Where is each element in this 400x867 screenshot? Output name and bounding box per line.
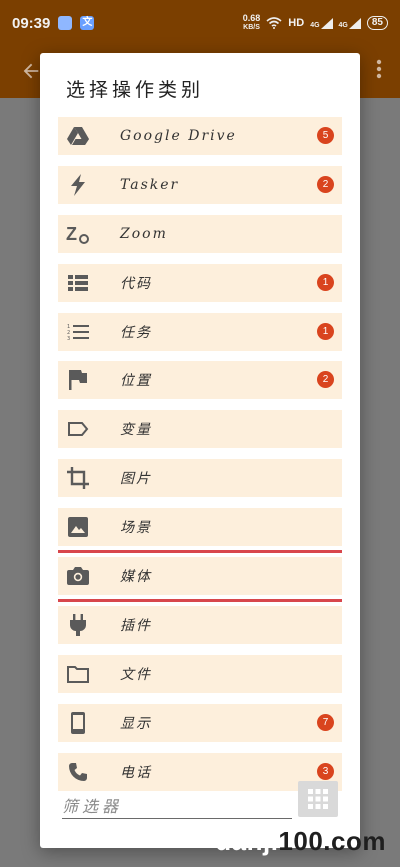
category-item-zoom[interactable]: Z Zoom (58, 214, 342, 253)
qq-icon (58, 16, 73, 30)
category-item-image[interactable]: 图片 (58, 459, 342, 498)
camera-icon (64, 562, 92, 590)
hd-label: HD (288, 17, 305, 29)
category-label: Google Drive (120, 128, 237, 144)
category-item-task[interactable]: 123 任务 1 (58, 312, 342, 351)
google-drive-icon (64, 122, 92, 150)
category-label: Tasker (120, 176, 180, 193)
svg-text:Z: Z (66, 224, 77, 244)
count-badge: 3 (317, 762, 334, 780)
image-icon (64, 513, 92, 541)
select-action-category-dialog: 选择操作类别 Google Drive 5 Tasker 2 Z Zoom 代码… (40, 53, 360, 848)
count-badge: 1 (317, 273, 334, 291)
category-item-media[interactable]: 媒体 (58, 550, 342, 603)
count-badge: 2 (317, 175, 334, 193)
filter-input[interactable] (62, 787, 292, 818)
category-label: 代码 (120, 275, 152, 292)
category-label: 变量 (120, 422, 152, 439)
arrow-left-icon[interactable] (20, 60, 42, 82)
wifi-icon (266, 17, 282, 29)
category-item-location[interactable]: 位置 2 (58, 361, 342, 400)
zoom-icon: Z (64, 220, 92, 248)
category-label: 任务 (120, 324, 152, 341)
call-icon (64, 758, 92, 786)
status-right: 0.68 KB/S HD 4G 4G 85 (243, 14, 388, 32)
category-label: 文件 (120, 666, 152, 683)
code-list-icon (64, 269, 92, 297)
phone-icon (64, 709, 92, 737)
count-badge: 1 (317, 322, 334, 340)
count-badge: 2 (317, 371, 334, 389)
tasker-bolt-icon (64, 171, 92, 199)
battery-icon: 85 (366, 16, 388, 30)
category-item-display[interactable]: 显示 7 (58, 703, 342, 742)
svg-text:3: 3 (67, 336, 70, 341)
crop-icon (64, 464, 92, 492)
clock: 09:39 (12, 14, 51, 32)
category-item-tasker[interactable]: Tasker 2 (58, 165, 342, 204)
filter-field[interactable] (62, 787, 292, 819)
category-label: 显示 (120, 715, 152, 732)
signal-icon (320, 17, 333, 29)
flag-icon (64, 366, 92, 394)
signal-2-label: 4G (338, 21, 348, 29)
watermark-suffix: 100.com (278, 826, 386, 856)
status-left: 09:39 文 (12, 14, 95, 32)
net-speed-value: 0.68 (242, 13, 261, 23)
language-icon: 文 (80, 16, 95, 30)
more-vert-icon[interactable] (376, 58, 382, 80)
grid-icon (308, 789, 328, 809)
plug-icon (64, 611, 92, 639)
count-badge: 7 (317, 713, 334, 731)
category-label: Zoom (120, 225, 168, 242)
net-speed-unit: KB/S (243, 24, 260, 31)
category-item-file[interactable]: 文件 (58, 654, 342, 693)
count-badge: 5 (317, 127, 334, 144)
signal-2: 4G (338, 17, 361, 29)
category-item-plugin[interactable]: 插件 (58, 605, 342, 644)
category-label: 插件 (120, 617, 152, 634)
category-label: 场景 (120, 520, 152, 537)
label-tag-icon (64, 415, 92, 443)
numbered-list-icon: 123 (64, 318, 92, 346)
watermark-prefix: danji (215, 826, 279, 856)
net-speed: 0.68 KB/S (243, 14, 261, 32)
category-item-scene[interactable]: 场景 (58, 508, 342, 547)
signal-1: 4G (310, 17, 333, 29)
category-item-variable[interactable]: 变量 (58, 410, 342, 449)
watermark: danji100.com (215, 826, 386, 857)
category-label: 电话 (120, 764, 152, 781)
status-bar: 09:39 文 0.68 KB/S HD 4G 4G 85 (0, 0, 400, 46)
category-label: 媒体 (120, 569, 152, 586)
category-label: 位置 (120, 373, 152, 390)
signal-icon-2 (348, 17, 361, 29)
category-item-code[interactable]: 代码 1 (58, 263, 342, 302)
signal-1-label: 4G (310, 21, 320, 29)
grid-button[interactable] (298, 781, 338, 817)
category-label: 图片 (120, 471, 152, 488)
dialog-title: 选择操作类别 (66, 79, 205, 101)
category-item-google-drive[interactable]: Google Drive 5 (58, 117, 342, 155)
folder-icon (64, 660, 92, 688)
category-list[interactable]: Google Drive 5 Tasker 2 Z Zoom 代码 1 1 2 … (58, 117, 342, 823)
